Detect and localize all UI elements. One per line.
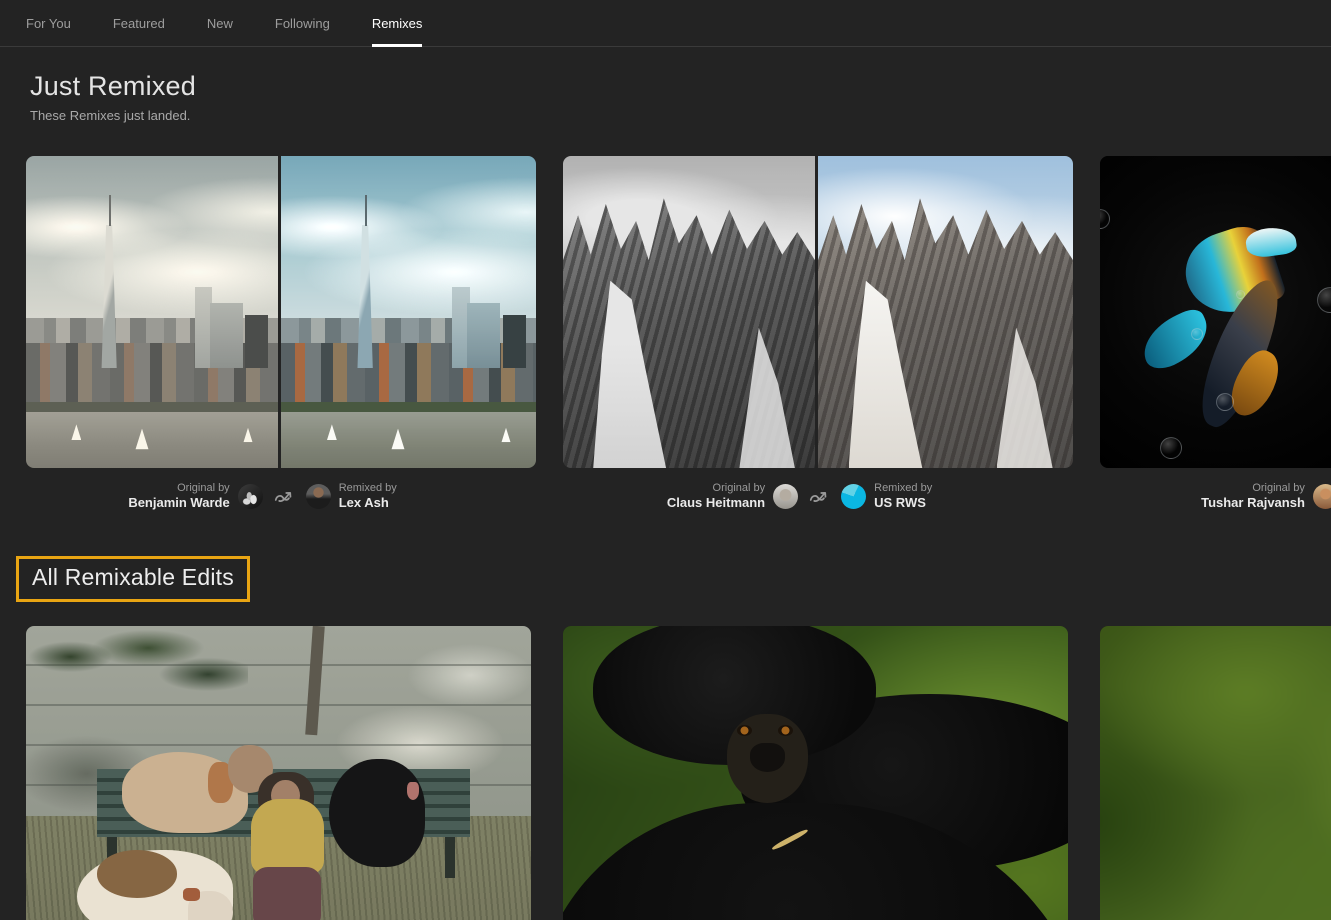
just-remixed-section: Just Remixed These Remixes just landed.	[30, 71, 1331, 123]
tab-following[interactable]: Following	[275, 0, 330, 47]
original-by-label: Original by	[177, 481, 230, 494]
baby-gorilla-photo	[563, 626, 1068, 920]
nyc-skyline-photo	[26, 156, 278, 468]
remixable-photo-gorilla[interactable]	[563, 626, 1068, 920]
mountain-peaks-photo	[818, 156, 1073, 468]
original-author-link[interactable]: Tushar Rajvansh	[1201, 495, 1305, 510]
nyc-skyline-photo	[281, 156, 536, 468]
remix-author-avatar[interactable]	[305, 483, 331, 509]
attribution-row: Original by Claus Heitmann Remixed by US…	[563, 482, 1073, 510]
remixed-by-label: Remixed by	[874, 481, 933, 494]
remix-card-row: Original by Benjamin Warde Remixed by Le…	[26, 156, 1331, 510]
remixable-photo-woman-with-dogs[interactable]	[26, 626, 531, 920]
original-author-avatar[interactable]	[1312, 483, 1331, 509]
before-after-image-mountains[interactable]	[563, 156, 1073, 468]
remix-card: Original by Claus Heitmann Remixed by US…	[563, 156, 1073, 510]
remixable-grid	[26, 626, 1331, 920]
remix-icon	[810, 491, 827, 502]
all-remixable-title: All Remixable Edits	[32, 564, 234, 590]
remixed-photo[interactable]	[818, 156, 1073, 468]
original-by-label: Original by	[1252, 481, 1305, 494]
original-author-link[interactable]: Benjamin Warde	[128, 495, 229, 510]
original-author-avatar[interactable]	[773, 483, 799, 509]
remix-author-avatar[interactable]	[841, 483, 867, 509]
original-photo[interactable]	[563, 156, 815, 468]
green-plant-photo	[1100, 626, 1331, 920]
tab-new[interactable]: New	[207, 0, 233, 47]
betta-fish-photo	[1100, 156, 1331, 468]
section-subtitle: These Remixes just landed.	[30, 108, 191, 123]
tab-for-you[interactable]: For You	[26, 0, 71, 47]
original-photo[interactable]	[26, 156, 278, 468]
remix-card: Original by Tushar Rajvansh	[1100, 156, 1331, 510]
attribution-row: Original by Benjamin Warde Remixed by Le…	[26, 482, 536, 510]
remixable-photo-plant[interactable]	[1100, 626, 1331, 920]
remix-author-link[interactable]: US RWS	[874, 495, 926, 510]
original-photo[interactable]	[1100, 156, 1331, 468]
remixed-by-label: Remixed by	[338, 481, 397, 494]
section-title: Just Remixed	[30, 71, 196, 101]
remix-card: Original by Benjamin Warde Remixed by Le…	[26, 156, 536, 510]
remix-author-link[interactable]: Lex Ash	[339, 495, 389, 510]
tab-featured[interactable]: Featured	[113, 0, 165, 47]
tab-remixes[interactable]: Remixes	[371, 0, 422, 47]
remixed-photo[interactable]	[281, 156, 536, 468]
mountain-peaks-photo	[563, 156, 815, 468]
before-after-image-fish[interactable]	[1100, 156, 1331, 468]
woman-with-dogs-photo	[26, 626, 531, 920]
discover-tab-bar: For You Featured New Following Remixes	[0, 0, 1331, 47]
highlight-annotation-box: All Remixable Edits	[16, 556, 250, 602]
original-by-label: Original by	[712, 481, 766, 494]
original-author-avatar[interactable]	[237, 483, 263, 509]
attribution-row: Original by Tushar Rajvansh	[1100, 482, 1331, 510]
original-author-link[interactable]: Claus Heitmann	[667, 495, 765, 510]
remix-icon	[274, 491, 292, 502]
before-after-image-nyc[interactable]	[26, 156, 536, 468]
